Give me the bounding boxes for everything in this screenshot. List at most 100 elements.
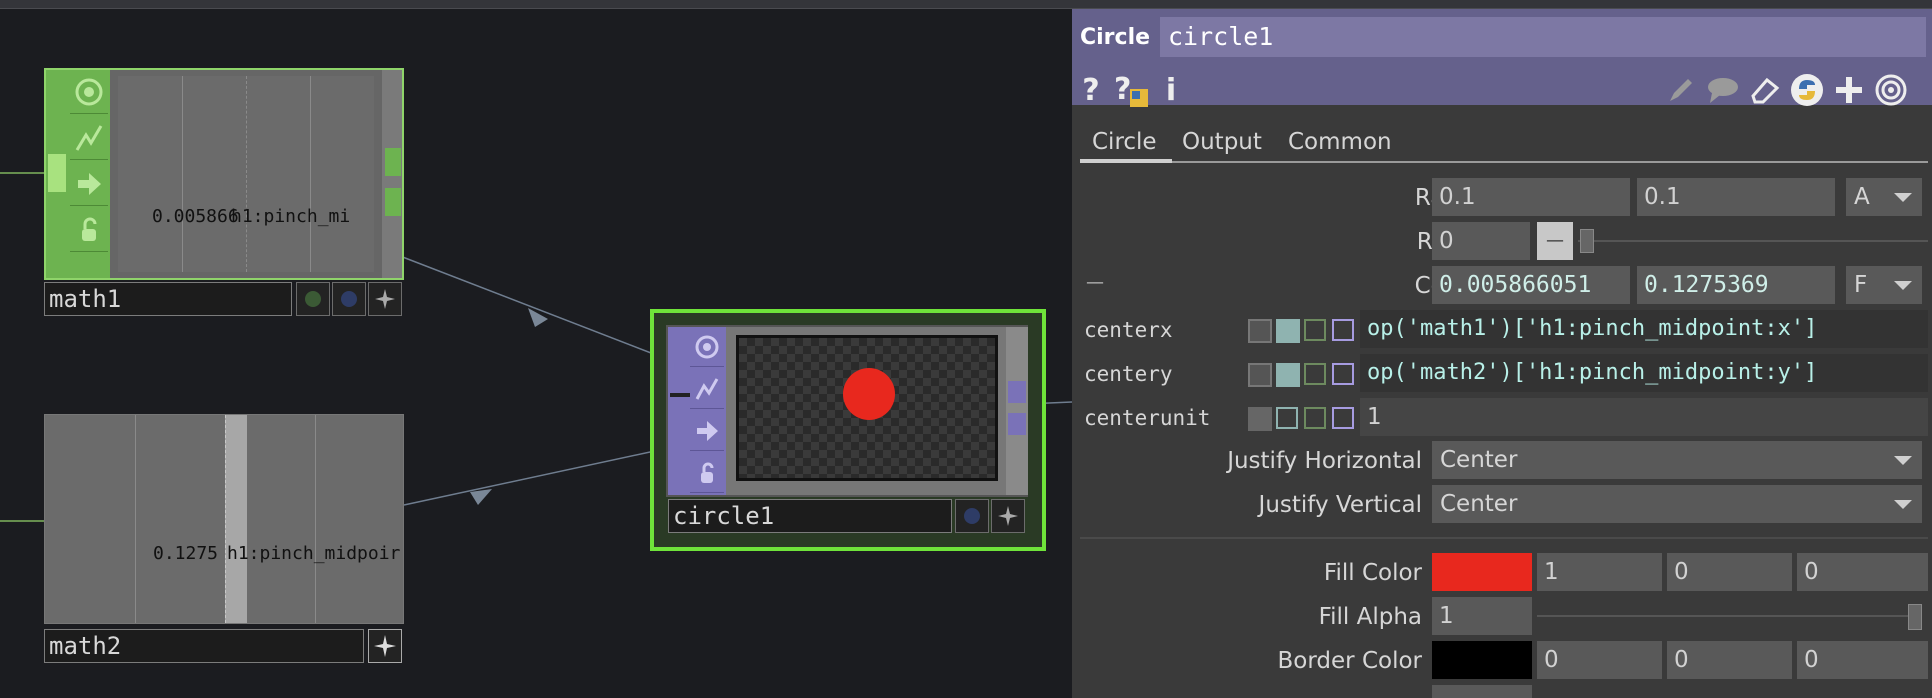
border-color-b-field[interactable]: 0 [1797, 641, 1928, 679]
input-connector[interactable] [48, 154, 66, 192]
help-icon[interactable]: ? [1072, 71, 1110, 109]
node-math1-viewer-toggle[interactable] [296, 282, 330, 316]
add-icon[interactable] [1830, 71, 1868, 109]
output-connector-1[interactable] [1008, 381, 1026, 403]
node-math2-name[interactable]: math2 [44, 629, 364, 663]
parameter-panel: Circle circle1 ? ? i Circle Output Commo… [1072, 9, 1932, 698]
centery-mode-bind[interactable] [1332, 363, 1354, 385]
fill-color-r-field[interactable]: 1 [1537, 553, 1662, 591]
network-editor[interactable]: 0.005866 h1:pinch_mi math1 0.1275 h1:pin… [0, 9, 1072, 698]
cook-icon[interactable] [70, 162, 108, 206]
chevron-down-icon [1894, 500, 1912, 509]
centerunit-mode-expression[interactable] [1276, 407, 1298, 429]
center-mode-value: F [1854, 272, 1868, 298]
centery-mode-expression[interactable] [1276, 363, 1300, 387]
output-connector-2[interactable] [1008, 413, 1026, 435]
centerunit-mode-export[interactable] [1304, 407, 1326, 429]
node-circle1-name[interactable]: circle1 [668, 499, 952, 533]
center-x-field[interactable]: 0.005866051 [1432, 266, 1630, 304]
target-icon[interactable] [1872, 71, 1910, 109]
radius-mode-dropdown[interactable]: A [1846, 178, 1922, 216]
rotate-slider-track[interactable] [1578, 240, 1928, 242]
centerunit-mode-bind[interactable] [1332, 407, 1354, 429]
rotate-field[interactable]: 0 [1432, 222, 1530, 260]
centerx-mode-bind[interactable] [1332, 319, 1354, 341]
fill-color-b-field[interactable]: 0 [1797, 553, 1928, 591]
border-color-r-field[interactable]: 0 [1537, 641, 1662, 679]
panel-header: Circle circle1 ? ? i [1072, 9, 1932, 108]
justify-horizontal-value: Center [1440, 447, 1518, 473]
lock-icon[interactable] [690, 453, 724, 493]
centery-mode-constant[interactable] [1248, 363, 1272, 387]
chevron-down-icon [1894, 281, 1912, 290]
node-math1-sparkle-icon[interactable] [368, 282, 402, 316]
centerx-mode-constant[interactable] [1248, 319, 1272, 343]
edit-icon[interactable] [1662, 71, 1700, 109]
node-math1-name[interactable]: math1 [44, 282, 292, 316]
centery-mode-export[interactable] [1304, 363, 1326, 385]
border-color-label: Border Color [1277, 648, 1422, 674]
centerunit-mode-constant[interactable] [1248, 407, 1272, 431]
radius-y-field[interactable]: 0.1 [1637, 178, 1835, 216]
justify-horizontal-dropdown[interactable]: Center [1432, 441, 1922, 479]
node-circle1-body[interactable] [666, 325, 1028, 497]
fill-alpha-slider-handle[interactable] [1908, 604, 1922, 630]
justify-vertical-dropdown[interactable]: Center [1432, 485, 1922, 523]
python-icon[interactable] [1788, 71, 1826, 109]
rotate-slider-handle[interactable] [1580, 229, 1594, 253]
op-name-field[interactable]: circle1 [1160, 17, 1926, 57]
node-math2-sparkle-icon[interactable] [368, 629, 402, 663]
comment-icon[interactable] [1704, 71, 1742, 109]
node-math1-display-toggle[interactable] [332, 282, 366, 316]
wire-math2-circle1 [403, 448, 665, 506]
border-color-swatch[interactable] [1432, 641, 1532, 679]
tab-common[interactable]: Common [1288, 129, 1392, 155]
bypass-icon[interactable] [70, 116, 108, 160]
python-help-icon[interactable]: ? [1112, 71, 1150, 109]
output-connector-2[interactable] [385, 188, 401, 216]
center-expand-toggle[interactable]: — [1086, 272, 1104, 293]
node-circle1-sparkle-icon[interactable] [991, 499, 1025, 533]
fill-alpha-slider-track[interactable] [1537, 615, 1922, 617]
math1-channel: h1:pinch_mi [231, 206, 351, 227]
math1-value: 0.005866 [152, 206, 239, 227]
tab-circle[interactable]: Circle [1092, 129, 1157, 155]
centerx-label: centerx [1084, 318, 1173, 342]
centerx-mode-export[interactable] [1304, 319, 1326, 341]
centerx-expression-field[interactable]: op('math1')['h1:pinch_midpoint:x'] [1360, 310, 1928, 348]
info-icon[interactable]: i [1152, 71, 1190, 109]
bypass-icon[interactable] [690, 369, 724, 409]
fill-color-swatch[interactable] [1432, 553, 1532, 591]
centerx-mode-expression[interactable] [1276, 319, 1300, 343]
math2-channel: h1:pinch_midpoir [227, 543, 401, 564]
math2-value: 0.1275 [153, 543, 219, 564]
title-bar [0, 0, 1932, 9]
node-circle1-display-toggle[interactable] [955, 499, 989, 533]
centery-expression-field[interactable]: op('math2')['h1:pinch_midpoint:y'] [1360, 354, 1928, 392]
cook-icon[interactable] [690, 411, 724, 451]
active-tab-indicator [1080, 159, 1172, 163]
center-y-field[interactable]: 0.1275369 [1637, 266, 1835, 304]
border-alpha-field-partial[interactable] [1432, 685, 1532, 698]
lock-icon[interactable] [70, 208, 108, 252]
centerunit-field[interactable]: 1 [1360, 398, 1928, 436]
centery-label: centery [1084, 362, 1173, 386]
justify-vertical-value: Center [1440, 491, 1518, 517]
node-math1-body[interactable]: 0.005866 h1:pinch_mi [44, 68, 404, 280]
viewer-icon[interactable] [70, 70, 108, 114]
circle1-viewer[interactable] [736, 335, 998, 481]
fill-color-g-field[interactable]: 0 [1667, 553, 1792, 591]
op-type-label: Circle [1080, 25, 1151, 50]
rotate-slider-toggle[interactable]: — [1537, 222, 1573, 260]
math2-viewer[interactable]: 0.1275 h1:pinch_midpoir [44, 414, 404, 624]
eraser-icon[interactable] [1746, 71, 1784, 109]
fill-alpha-field[interactable]: 1 [1432, 597, 1532, 635]
viewer-icon[interactable] [690, 327, 724, 367]
radius-x-field[interactable]: 0.1 [1432, 178, 1630, 216]
center-mode-dropdown[interactable]: F [1846, 266, 1922, 304]
output-connector-1[interactable] [385, 148, 401, 176]
circle-preview [843, 368, 895, 420]
tab-output[interactable]: Output [1182, 129, 1262, 155]
border-color-g-field[interactable]: 0 [1667, 641, 1792, 679]
math1-viewer[interactable]: 0.005866 h1:pinch_mi [118, 76, 374, 272]
